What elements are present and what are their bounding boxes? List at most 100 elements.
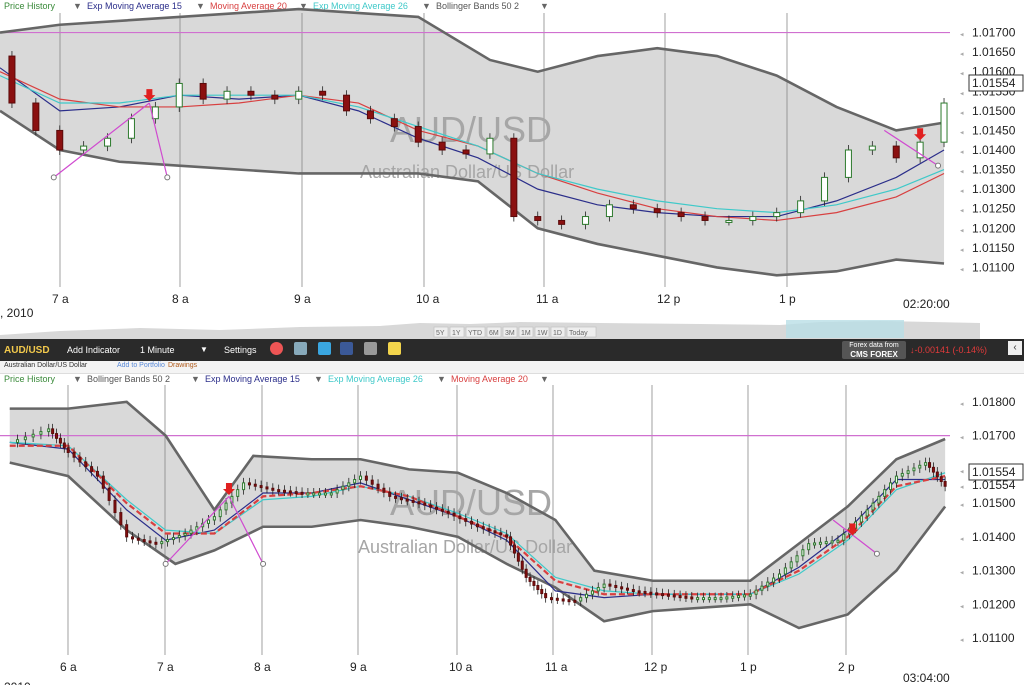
- bot-ytick-marker-4: ◂: [960, 502, 964, 509]
- print-icon[interactable]: [364, 342, 377, 355]
- top-candle-body-23: [534, 216, 542, 221]
- bot-candle-body-146: [842, 533, 846, 541]
- top-date-fragment: , 2010: [0, 306, 34, 320]
- top-ytick-marker-5: ◂: [960, 169, 964, 176]
- refresh-icon[interactable]: [294, 342, 307, 355]
- bot-ytick-marker-3: ◂: [960, 536, 964, 543]
- bot-candle-body-21: [131, 536, 135, 540]
- bot-candle-body-136: [783, 567, 787, 575]
- bot-candle-body-57: [341, 485, 345, 491]
- bot-candle-body-17: [107, 487, 111, 501]
- add-indicator-button[interactable]: Add Indicator: [67, 345, 120, 355]
- bot-candle-body-140: [807, 543, 811, 551]
- top-time-label: 02:20:00: [903, 297, 950, 311]
- bot-candle-body-111: [637, 590, 641, 594]
- bot-candle-body-121: [696, 597, 700, 601]
- bot-candle-body-82: [487, 528, 491, 532]
- bottom-chart[interactable]: Price History ▼ Bollinger Bands 50 2 ▼ Exp M…: [0, 373, 1024, 685]
- collapse-button[interactable]: ‹: [1008, 341, 1022, 355]
- bot-candle-body-74: [440, 508, 444, 512]
- top-drawing-handle-0: [50, 174, 57, 181]
- bot-candle-body-37: [224, 502, 228, 511]
- bot-candle-body-30: [183, 533, 187, 537]
- bot-candle-body-65: [388, 491, 392, 497]
- bot-candle-body-144: [830, 540, 834, 544]
- bot-candle-body-141: [813, 542, 817, 546]
- bot-candle-body-52: [312, 492, 316, 496]
- bot-candle-body-13: [84, 461, 88, 468]
- bot-candle-body-116: [666, 593, 670, 597]
- interval-dropdown-icon[interactable]: ▼: [200, 345, 208, 354]
- top-candle-body-4: [80, 145, 88, 151]
- bot-candle-body-49: [294, 491, 298, 495]
- facebook-icon[interactable]: [340, 342, 353, 355]
- navigator-strip[interactable]: 5Y 1Y YTD 6M 3M 1M 1W 1D Today: [0, 319, 994, 339]
- bot-candle-body-133: [766, 581, 770, 587]
- top-candle-body-6: [127, 118, 135, 139]
- bot-candle-body-63: [376, 483, 380, 489]
- top-candle-body-33: [773, 212, 781, 218]
- note-icon[interactable]: [388, 342, 401, 355]
- add-to-portfolio-link[interactable]: Add to Portfolio: [117, 362, 165, 369]
- alarm-clock-icon[interactable]: [270, 342, 283, 355]
- top-candle-body-27: [629, 204, 637, 210]
- bot-candle-body-113: [649, 591, 653, 595]
- drawings-link[interactable]: Drawings: [168, 362, 197, 369]
- top-candle-body-15: [343, 94, 351, 112]
- toolbar-symbol: AUD/USD: [4, 345, 50, 356]
- bot-candle-body-9: [62, 442, 66, 449]
- bot-candle-body-119: [684, 595, 688, 599]
- bot-candle-body-70: [417, 501, 421, 505]
- bot-ytick-marker-6: ◂: [960, 468, 964, 475]
- top-ytick-label-6: 1.01400: [972, 143, 1016, 157]
- top-candle-body-17: [390, 118, 398, 128]
- top-candle-body-14: [319, 90, 327, 96]
- bot-ytick-label-8: 1.01800: [972, 395, 1016, 409]
- top-ytick-marker-0: ◂: [960, 266, 964, 273]
- bot-indicator-chevron-icon-0: ▼: [73, 374, 82, 384]
- bot-candle-body-31: [189, 529, 193, 534]
- bot-candle-body-62: [370, 479, 374, 485]
- top-ytick-label-12: 1.01700: [972, 26, 1016, 40]
- top-xtick-label-4: 11 a: [536, 292, 559, 306]
- bot-drawing-handle-1: [260, 560, 267, 567]
- top-ytick-marker-1: ◂: [960, 247, 964, 254]
- bot-candle-body-44: [265, 486, 269, 490]
- top-ytick-label-4: 1.01300: [972, 182, 1016, 196]
- bot-candle-body-164: [939, 476, 943, 483]
- top-chart[interactable]: Price History ▼ Exp Moving Average 15 ▼ Movi…: [0, 0, 1024, 320]
- top-candle-body-3: [56, 129, 64, 151]
- bot-candle-body-61: [364, 475, 368, 481]
- bot-candle-body-145: [836, 539, 840, 543]
- range-buttons[interactable]: 5Y 1Y YTD 6M 3M 1M 1W 1D Today: [433, 326, 597, 338]
- provider-badge[interactable]: Forex data from CMS FOREX: [842, 341, 906, 359]
- top-candle-body-16: [366, 110, 374, 120]
- bot-candle-body-85: [505, 534, 509, 538]
- bot-candle-body-24: [148, 540, 152, 544]
- top-candle-body-10: [223, 90, 231, 100]
- bot-candle-body-47: [283, 489, 287, 493]
- bot-candle-body-125: [719, 597, 723, 601]
- bot-ytick-label-3: 1.01400: [972, 530, 1016, 544]
- twitter-icon[interactable]: [318, 342, 331, 355]
- top-candle-body-28: [653, 208, 661, 214]
- top-xtick-label-2: 9 a: [294, 292, 311, 306]
- bot-candle-body-87: [512, 544, 516, 554]
- bot-ytick-marker-8: ◂: [960, 401, 964, 408]
- bot-ytick-label-0: 1.01100: [972, 631, 1015, 645]
- bot-candle-body-120: [690, 596, 694, 600]
- bot-candle-body-123: [707, 597, 711, 601]
- bot-candle-body-6: [51, 428, 55, 435]
- interval-select[interactable]: 1 Minute: [140, 345, 175, 355]
- top-ytick-label-8: 1.01500: [972, 104, 1016, 118]
- bot-candle-body-81: [481, 526, 485, 530]
- bot-candle-body-23: [142, 539, 146, 543]
- bot-indicator-chevron-icon-3: ▼: [437, 374, 446, 384]
- settings-button[interactable]: Settings: [224, 345, 257, 355]
- range-button-label-8: Today: [569, 330, 588, 337]
- bot-candle-body-77: [458, 515, 462, 520]
- bot-candle-body-134: [772, 577, 776, 583]
- bot-candle-body-41: [247, 482, 251, 486]
- bot-candle-body-58: [347, 482, 351, 487]
- bot-candle-body-67: [399, 497, 403, 501]
